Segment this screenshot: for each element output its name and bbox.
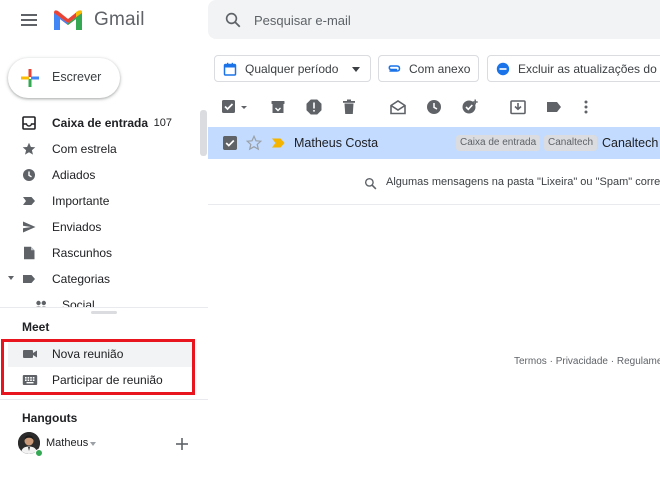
join-meeting-button[interactable]: Participar de reunião <box>8 367 192 393</box>
new-meeting-button[interactable]: Nova reunião <box>8 341 192 367</box>
sidebar-item-label: Com estrela <box>52 142 117 156</box>
main-menu-button[interactable] <box>18 11 40 29</box>
important-icon <box>23 197 35 205</box>
online-status-dot <box>35 449 43 457</box>
hangouts-user-name[interactable]: Matheus <box>46 437 88 449</box>
select-all-checkbox[interactable] <box>220 98 238 116</box>
compose-label: Escrever <box>52 70 102 84</box>
hangouts-section-title: Hangouts <box>22 411 78 425</box>
calendar-icon <box>223 62 237 76</box>
sidebar-item-label: Enviados <box>52 220 102 234</box>
filter-any-time[interactable]: Qualquer período <box>214 55 371 82</box>
label-icon <box>23 275 35 283</box>
email-row[interactable]: Matheus Costa Caixa de entrada Canaltech… <box>208 127 660 159</box>
select-options-chevron-icon[interactable] <box>238 98 250 116</box>
minus-circle-icon <box>496 62 510 76</box>
dropdown-arrow-icon <box>352 67 360 72</box>
star-icon <box>22 142 36 155</box>
search-icon[interactable] <box>224 11 242 29</box>
more-options-icon[interactable] <box>578 98 594 116</box>
sidebar-item-label: Caixa de entrada <box>52 116 149 130</box>
resize-handle[interactable] <box>91 311 117 314</box>
clock-icon <box>23 169 35 181</box>
mark-as-read-icon[interactable] <box>389 98 407 116</box>
filter-label: Excluir as atualizações do <box>518 62 657 76</box>
sidebar-item-categories[interactable]: Categorias <box>0 266 200 292</box>
send-icon <box>23 221 36 233</box>
sidebar-item-snoozed[interactable]: Adiados <box>0 162 200 188</box>
sidebar-item-social[interactable]: Social <box>0 292 200 308</box>
header: Gmail <box>0 0 660 40</box>
delete-icon[interactable] <box>340 98 358 116</box>
gmail-logo-text: Gmail <box>94 9 145 30</box>
chevron-down-icon[interactable] <box>90 442 96 446</box>
sidebar-item-starred[interactable]: Com estrela <box>0 136 200 162</box>
move-to-icon[interactable] <box>509 98 527 116</box>
important-marker-icon[interactable] <box>271 138 285 148</box>
filter-exclude-updates[interactable]: Excluir as atualizações do <box>487 55 660 82</box>
footer-separator: · <box>546 356 556 367</box>
menu-bar <box>21 19 37 21</box>
sidebar-scrollbar[interactable] <box>200 110 207 156</box>
keyboard-icon <box>22 375 38 385</box>
sidebar-divider <box>0 307 208 308</box>
plus-icon <box>21 69 39 87</box>
meet-item-label: Nova reunião <box>52 347 124 361</box>
privacy-link[interactable]: Privacidade <box>556 356 608 367</box>
sidebar-item-label: Categorias <box>52 272 111 286</box>
search-icon <box>364 177 377 190</box>
search-bar[interactable] <box>208 0 660 39</box>
filter-has-attachment[interactable]: Com anexo <box>378 55 479 82</box>
search-input[interactable] <box>254 10 644 30</box>
draft-icon <box>24 246 35 260</box>
snooze-icon[interactable] <box>425 98 443 116</box>
compose-button[interactable]: Escrever <box>8 58 120 98</box>
sidebar-item-label: Rascunhos <box>52 246 113 260</box>
attachment-icon <box>388 65 401 72</box>
sidebar-divider <box>0 399 208 400</box>
archive-icon[interactable] <box>269 98 287 116</box>
sidebar-item-important[interactable]: Importante <box>0 188 200 214</box>
email-label-chip[interactable]: Caixa de entrada <box>456 135 541 151</box>
sidebar-item-label: Adiados <box>52 168 96 182</box>
meet-item-label: Participar de reunião <box>52 373 163 387</box>
add-to-tasks-icon[interactable] <box>461 98 479 116</box>
video-camera-icon <box>23 350 37 358</box>
menu-bar <box>21 14 37 16</box>
footer-separator: · <box>607 356 617 367</box>
sidebar-item-inbox[interactable]: Caixa de entrada 107 <box>0 110 200 136</box>
program-policies-link[interactable]: Regulame <box>617 356 660 367</box>
menu-bar <box>21 24 37 26</box>
report-spam-icon[interactable] <box>305 98 323 116</box>
email-sender: Matheus Costa <box>294 136 379 150</box>
meet-section-title: Meet <box>22 320 50 334</box>
star-icon[interactable] <box>246 135 262 151</box>
notice-text: Algumas mensagens na pasta "Lixeira" ou … <box>386 176 660 188</box>
email-subject: Canaltech - <box>602 136 660 150</box>
sidebar-item-label: Importante <box>52 194 110 208</box>
row-checkbox[interactable] <box>223 136 237 150</box>
sidebar-item-sent[interactable]: Enviados <box>0 214 200 240</box>
footer-links: Termos · Privacidade · Regulame <box>514 356 660 367</box>
terms-link[interactable]: Termos <box>514 356 547 367</box>
filter-label: Com anexo <box>409 62 471 76</box>
collapse-caret-icon[interactable] <box>8 276 14 280</box>
email-label-chip[interactable]: Canaltech <box>544 135 598 151</box>
list-divider <box>208 204 660 205</box>
gmail-logo-icon[interactable] <box>52 8 84 32</box>
filter-label: Qualquer período <box>245 62 339 76</box>
sidebar-item-drafts[interactable]: Rascunhos <box>0 240 200 266</box>
sidebar-nav: Caixa de entrada 107 Com estrela Adiados… <box>0 110 200 308</box>
inbox-icon <box>22 116 36 130</box>
gmail-app: Gmail Escrever Caixa de entrada 107 <box>0 0 660 495</box>
label-icon[interactable] <box>545 98 563 116</box>
inbox-unread-count: 107 <box>153 117 172 129</box>
add-icon[interactable] <box>174 436 190 452</box>
